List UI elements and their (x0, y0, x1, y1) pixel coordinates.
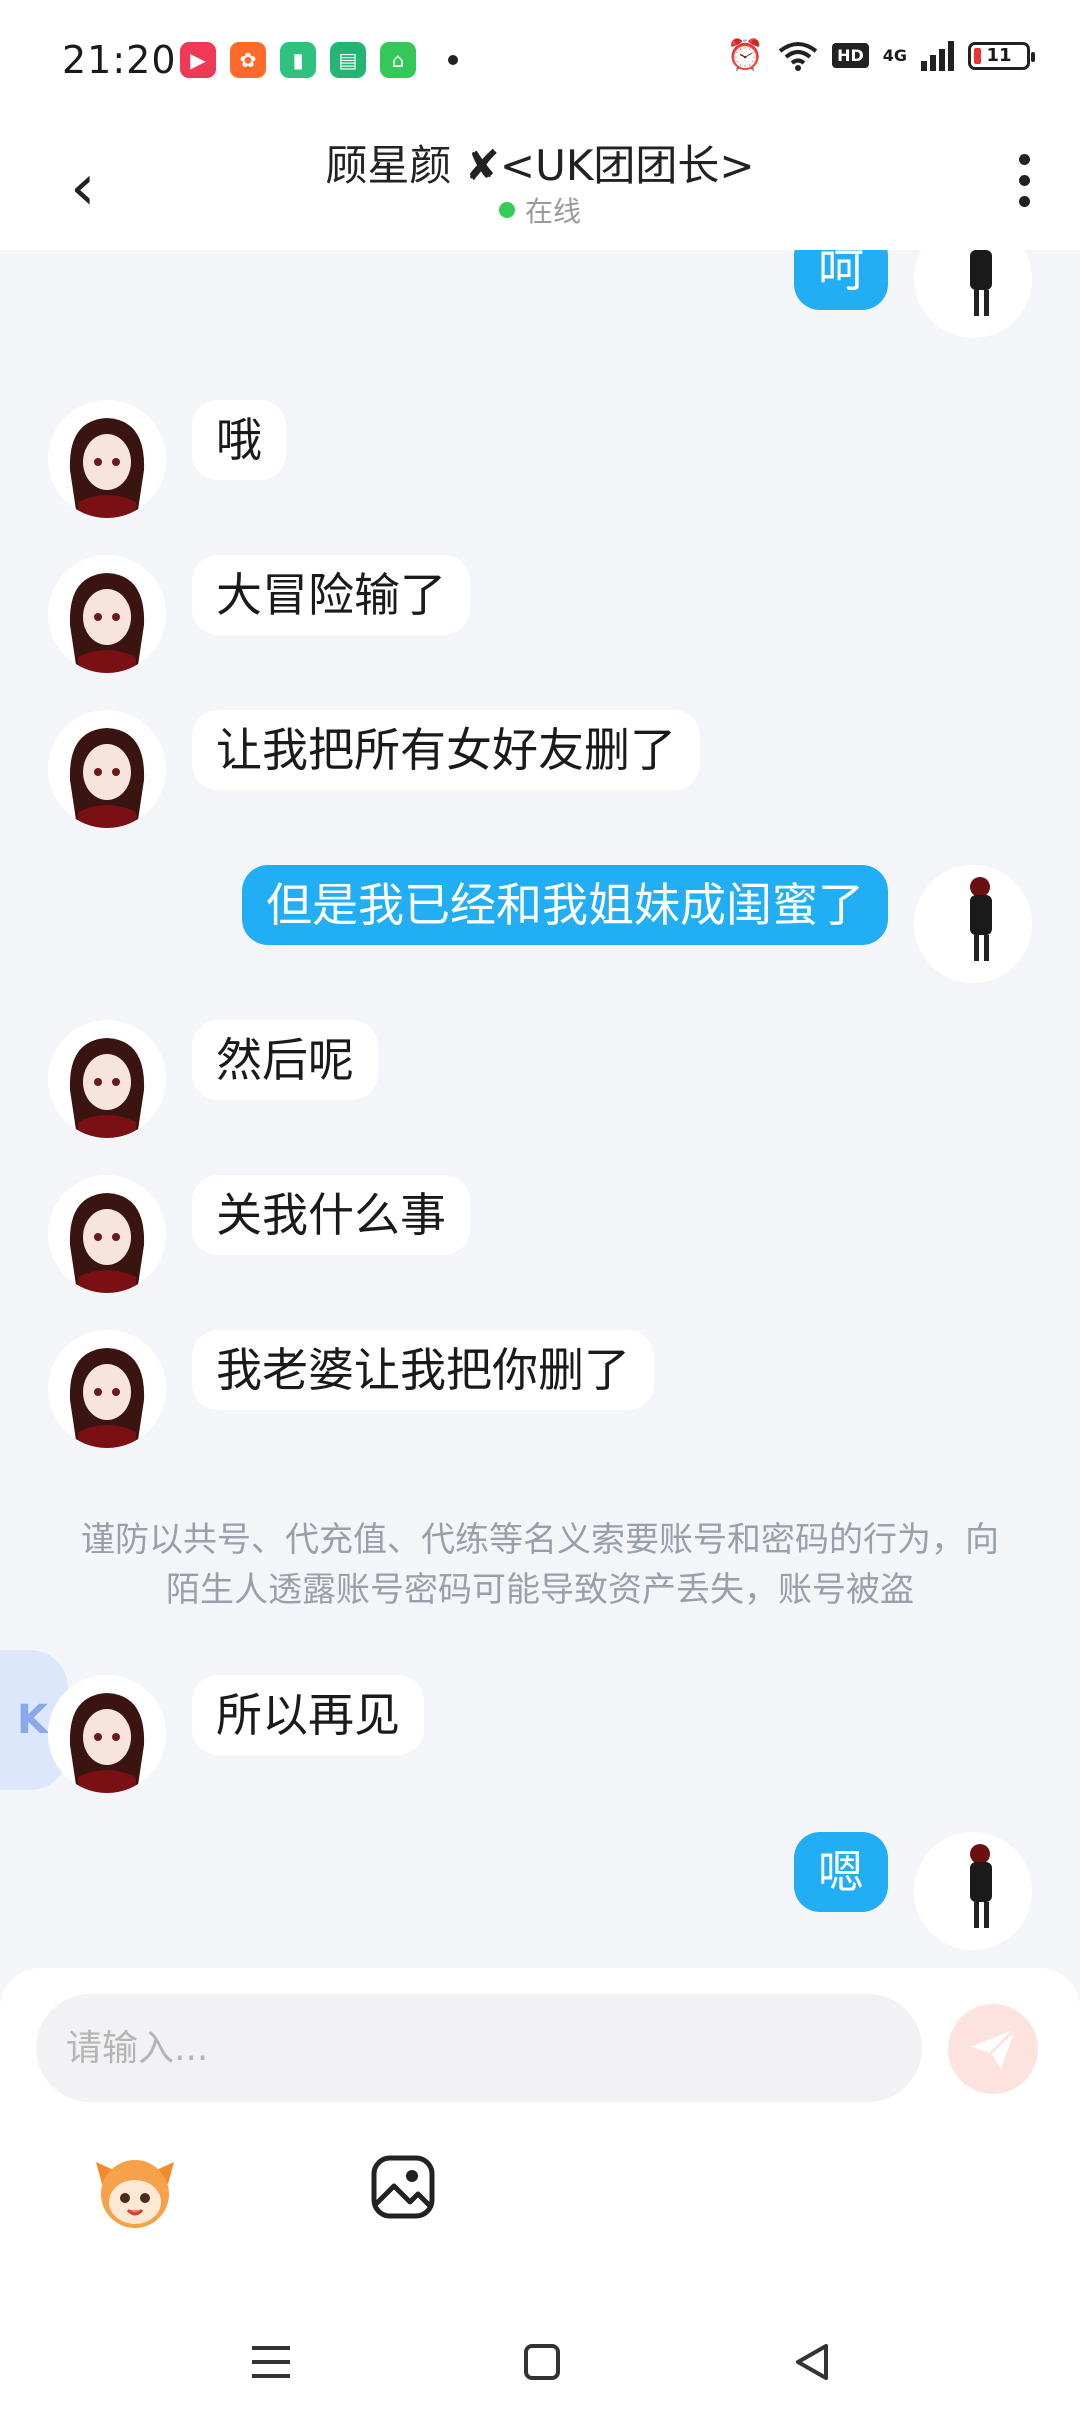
network-type: 4G (882, 45, 907, 65)
contact-avatar[interactable] (48, 710, 166, 828)
video-app-icon: ▶ (180, 42, 216, 78)
chat-messages[interactable]: 呵 哦 大冒险输了 让我把所有女好友删了 但是我已经和我姐妹成闺蜜了 然后呢 关… (0, 250, 1080, 1970)
sticker-button[interactable] (92, 2148, 178, 2234)
message-bubble[interactable]: 嗯 (794, 1832, 888, 1912)
my-avatar[interactable] (914, 250, 1032, 338)
wifi-icon (778, 41, 818, 71)
image-picker-button[interactable] (370, 2154, 436, 2220)
send-button[interactable] (948, 2004, 1038, 2094)
message-bubble[interactable]: 我老婆让我把你删了 (192, 1330, 654, 1410)
contact-avatar[interactable] (48, 400, 166, 518)
message-bubble[interactable]: 然后呢 (192, 1020, 378, 1100)
send-icon (971, 2027, 1017, 2069)
battery-icon: 11 (968, 41, 1035, 70)
presence-label: 在线 (524, 195, 581, 228)
my-avatar[interactable] (914, 865, 1032, 983)
back-nav-icon[interactable] (792, 2342, 830, 2382)
message-bubble[interactable]: 哦 (192, 400, 286, 480)
chat-header: ‹ 顾星颜 ✘<UK团团长> 在线 (0, 118, 1080, 250)
alarm-icon: ⏰ (726, 38, 765, 73)
status-time: 21:20 (62, 38, 177, 82)
input-bar (0, 1968, 1080, 2412)
signal-icon (921, 40, 954, 71)
security-notice: 谨防以共号、代充值、代练等名义索要账号和密码的行为，向陌生人透露账号密码可能导致… (81, 1520, 999, 1610)
battery-level: 11 (986, 45, 1012, 66)
battery-app-icon: ▮ (280, 42, 316, 78)
contact-avatar[interactable] (48, 1675, 166, 1793)
message-app-icon: ▤ (330, 42, 366, 78)
contact-name: 顾星颜 ✘<UK团团长> (325, 141, 755, 190)
message-bubble[interactable]: 让我把所有女好友删了 (192, 710, 700, 790)
hd-badge: HD (832, 43, 869, 68)
orange-app-icon: ✿ (230, 42, 266, 78)
menu-nav-icon[interactable] (250, 2344, 292, 2380)
message-bubble[interactable]: 大冒险输了 (192, 555, 470, 635)
shop-app-icon: ⌂ (380, 42, 416, 78)
contact-avatar[interactable] (48, 1020, 166, 1138)
my-avatar[interactable] (914, 1832, 1032, 1950)
system-icons: ⏰ HD 4G 11 (726, 38, 1035, 73)
message-input[interactable] (36, 1994, 922, 2102)
system-nav-bar (0, 2342, 1080, 2382)
mascot-sticker-icon (96, 2160, 174, 2228)
notification-icons: ▶ ✿ ▮ ▤ ⌂ (180, 42, 458, 78)
presence-status: 在线 (0, 190, 1080, 230)
message-bubble[interactable]: 所以再见 (192, 1675, 424, 1755)
more-notifications-dot (448, 55, 458, 65)
contact-avatar[interactable] (48, 1330, 166, 1448)
message-bubble[interactable]: 关我什么事 (192, 1175, 470, 1255)
more-dot-icon (1019, 175, 1030, 186)
more-dot-icon (1019, 196, 1030, 207)
more-options-button[interactable] (1019, 154, 1030, 207)
contact-avatar[interactable] (48, 555, 166, 673)
status-bar: 21:20 ▶ ✿ ▮ ▤ ⌂ ⏰ HD 4G 11 (0, 0, 1080, 118)
message-bubble[interactable]: 呵 (794, 250, 888, 310)
image-icon (371, 2155, 435, 2219)
more-dot-icon (1019, 154, 1030, 165)
contact-avatar[interactable] (48, 1175, 166, 1293)
online-dot-icon (498, 202, 515, 218)
message-bubble[interactable]: 但是我已经和我姐妹成闺蜜了 (242, 865, 888, 945)
home-nav-icon[interactable] (523, 2343, 561, 2381)
